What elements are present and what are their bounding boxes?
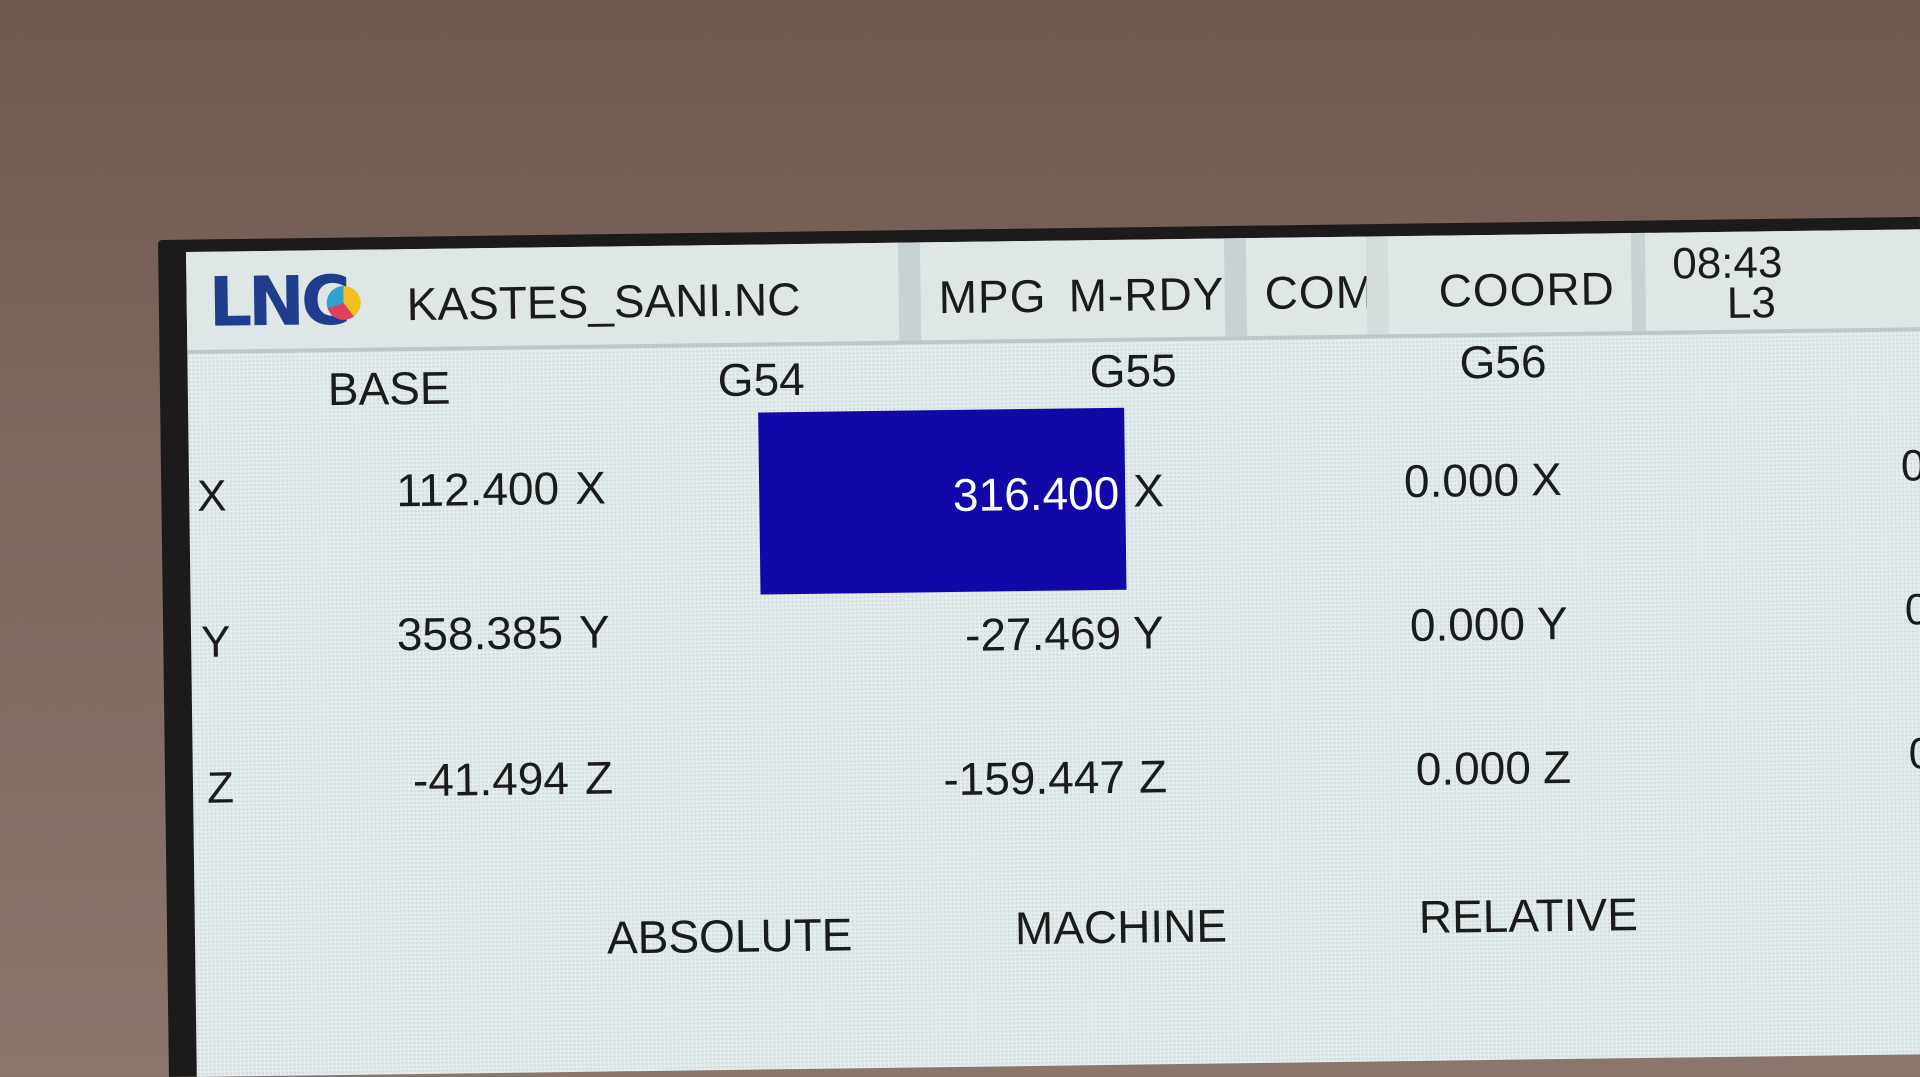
row-label-x: X	[196, 471, 227, 521]
g55-y-value[interactable]: 0.000	[1265, 597, 1526, 654]
logo-dot-icon	[326, 285, 361, 321]
axis-tag-y: Y	[1132, 606, 1165, 659]
axis-tag-x: X	[574, 461, 607, 514]
g56-y-value-partial[interactable]: 0	[1905, 585, 1920, 635]
mode-indicator: MPG	[938, 269, 1047, 324]
softkey-relative[interactable]: RELATIVE	[1418, 887, 1638, 944]
page-title[interactable]: COORD	[1438, 261, 1615, 317]
com-status: COM	[1264, 265, 1376, 319]
axis-tag-z: Z	[584, 751, 614, 804]
g55-x-value[interactable]: 0.000	[1259, 453, 1520, 510]
g54-x-value[interactable]: 316.400	[953, 466, 1120, 522]
row-label-z: Z	[206, 763, 235, 813]
axis-tag-x: X	[1530, 453, 1563, 506]
axis-tag-y: Y	[578, 605, 611, 658]
separator	[1630, 232, 1647, 332]
axis-tag-z: Z	[1138, 750, 1168, 803]
g54-x-cell-selected[interactable]: 316.400	[758, 407, 1127, 595]
axis-tag-x: X	[1132, 464, 1165, 517]
g54-z-value[interactable]: -159.447	[865, 750, 1126, 807]
separator	[1223, 238, 1248, 337]
cnc-screen: LNC KASTES_SANI.NC MPG M-RDY COM COORD 0…	[186, 229, 1920, 1077]
g55-z-value[interactable]: 0.000	[1271, 740, 1532, 797]
lnc-logo: LNC	[208, 262, 361, 343]
softkey-absolute[interactable]: ABSOLUTE	[607, 907, 853, 964]
g56-z-value-partial[interactable]: 0	[1908, 729, 1920, 779]
separator	[1365, 236, 1390, 335]
base-x-value[interactable]: 112.400	[299, 461, 560, 518]
column-base[interactable]: BASE	[327, 361, 450, 417]
base-z-value[interactable]: -41.494	[309, 751, 570, 808]
g56-x-value-partial[interactable]: 0	[1901, 441, 1920, 491]
column-g56[interactable]: G56	[1459, 334, 1547, 389]
base-y-value[interactable]: 358.385	[303, 605, 564, 662]
axis-tag-y: Y	[1536, 596, 1569, 650]
axis-tag-z: Z	[1542, 740, 1572, 794]
ready-status: M-RDY	[1068, 267, 1225, 322]
g54-y-value[interactable]: -27.469	[861, 606, 1122, 663]
softkey-machine[interactable]: MACHINE	[1015, 898, 1228, 955]
column-g55[interactable]: G55	[1089, 343, 1177, 398]
column-g54[interactable]: G54	[717, 352, 805, 407]
separator	[897, 242, 922, 341]
line-indicator: L3	[1726, 278, 1777, 328]
row-label-y: Y	[200, 617, 231, 667]
status-bar: LNC KASTES_SANI.NC MPG M-RDY COM COORD 0…	[186, 229, 1920, 354]
program-filename: KASTES_SANI.NC	[406, 272, 801, 331]
